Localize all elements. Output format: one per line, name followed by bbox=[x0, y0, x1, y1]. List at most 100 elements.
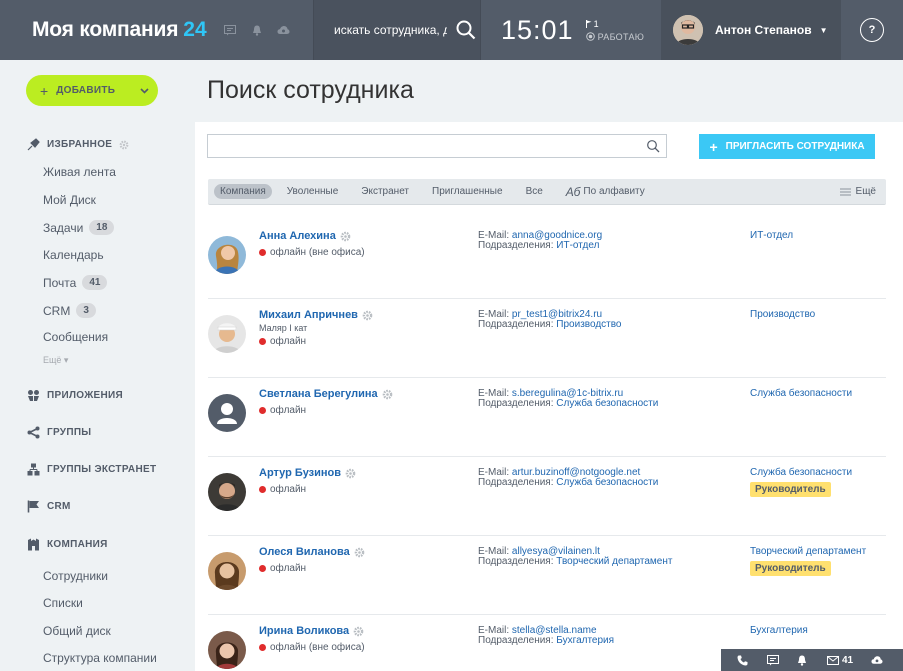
chat-icon[interactable] bbox=[767, 654, 779, 666]
employee-name-link[interactable]: Светлана Берегулина bbox=[259, 388, 393, 400]
sidebar-item-tasks[interactable]: Задачи 18 bbox=[43, 220, 115, 235]
section-apps[interactable]: ПРИЛОЖЕНИЯ bbox=[27, 389, 123, 402]
dept-link[interactable]: Производство bbox=[556, 319, 621, 330]
help-button[interactable]: ? bbox=[860, 18, 884, 42]
dept-line: Подразделения: Производство bbox=[478, 319, 622, 330]
add-button-label: ДОБАВИТЬ bbox=[56, 85, 116, 96]
gear-icon[interactable] bbox=[340, 231, 351, 242]
sidebar-item-mail[interactable]: Почта 41 bbox=[43, 275, 108, 290]
sidebar-item-employees[interactable]: Сотрудники bbox=[43, 569, 108, 583]
online-status: офлайн bbox=[259, 563, 306, 574]
section-extranet-groups[interactable]: ГРУППЫ ЭКСТРАНЕТ bbox=[27, 463, 156, 476]
header-search[interactable]: искать сотрудника, д bbox=[313, 0, 480, 60]
department-column-link[interactable]: Производство bbox=[750, 309, 815, 320]
gear-icon[interactable] bbox=[362, 310, 373, 321]
department-column-link[interactable]: Бухгалтерия bbox=[750, 625, 808, 636]
user-name[interactable]: Антон Степанов bbox=[715, 23, 812, 37]
header-search-input[interactable]: искать сотрудника, д bbox=[334, 23, 447, 37]
mail-indicator[interactable]: 41 bbox=[827, 655, 853, 666]
cloud-icon[interactable] bbox=[871, 654, 883, 666]
department-column-link[interactable]: ИТ-отдел bbox=[750, 230, 793, 241]
sidebar-item-label: Сотрудники bbox=[43, 569, 108, 583]
department-column-link[interactable]: Служба безопасности bbox=[750, 388, 852, 399]
section-company[interactable]: КОМПАНИЯ bbox=[27, 538, 108, 551]
dept-link[interactable]: Творческий департамент bbox=[556, 556, 672, 567]
add-button[interactable]: + ДОБАВИТЬ bbox=[26, 75, 158, 106]
online-status: офлайн (вне офиса) bbox=[259, 247, 365, 258]
phone-icon[interactable] bbox=[737, 654, 749, 666]
dept-label: Подразделения: bbox=[478, 398, 554, 409]
sidebar-item-label: Структура компании bbox=[43, 651, 157, 665]
cloud-icon[interactable] bbox=[277, 23, 291, 37]
tab-fired[interactable]: Уволенные bbox=[287, 186, 339, 197]
sidebar-item-label: Сообщения bbox=[43, 330, 109, 344]
employee-name-link[interactable]: Анна Алехина bbox=[259, 230, 351, 242]
tab-all[interactable]: Все bbox=[526, 186, 543, 197]
sidebar-item-messages[interactable]: Сообщения bbox=[43, 330, 108, 344]
section-favorites[interactable]: ИЗБРАННОЕ bbox=[27, 138, 129, 151]
sidebar-item-structure[interactable]: Структура компании bbox=[43, 651, 157, 665]
tab-alphabet[interactable]: Аб По алфавиту bbox=[566, 185, 645, 199]
bell-icon[interactable] bbox=[797, 654, 809, 666]
employee-name: Ирина Воликова bbox=[259, 625, 350, 637]
search-icon[interactable] bbox=[646, 139, 660, 153]
search-icon[interactable] bbox=[455, 19, 477, 41]
employee-name-link[interactable]: Артур Бузинов bbox=[259, 467, 356, 479]
chat-icon[interactable] bbox=[223, 23, 237, 37]
sidebar-item-lists[interactable]: Списки bbox=[43, 596, 83, 610]
sidebar-item-disk[interactable]: Мой Диск bbox=[43, 193, 96, 207]
avatar[interactable] bbox=[208, 315, 246, 353]
timeman-block[interactable]: 15:01 1 РАБОТАЮ bbox=[480, 0, 661, 60]
employee-name-link[interactable]: Олеся Виланова bbox=[259, 546, 365, 558]
section-crm[interactable]: CRM bbox=[27, 500, 71, 513]
work-status[interactable]: РАБОТАЮ bbox=[585, 31, 645, 42]
user-avatar[interactable] bbox=[673, 15, 703, 45]
sidebar-item-label: Общий диск bbox=[43, 624, 111, 638]
employee-name-link[interactable]: Михаил Апричнев bbox=[259, 309, 373, 321]
gear-icon[interactable] bbox=[354, 547, 365, 558]
sidebar-item-feed[interactable]: Живая лента bbox=[43, 165, 116, 179]
employee-search-input[interactable] bbox=[207, 134, 667, 158]
flag-icon bbox=[27, 500, 40, 513]
tab-extranet[interactable]: Экстранет bbox=[361, 186, 409, 197]
bell-icon[interactable] bbox=[250, 23, 264, 37]
avatar[interactable] bbox=[208, 236, 246, 274]
dept-link[interactable]: Бухгалтерия bbox=[556, 635, 614, 646]
dept-link[interactable]: Служба безопасности bbox=[556, 398, 658, 409]
avatar[interactable] bbox=[208, 552, 246, 590]
employee-name-link[interactable]: Ирина Воликова bbox=[259, 625, 364, 637]
avatar[interactable] bbox=[208, 631, 246, 669]
gear-icon[interactable] bbox=[382, 389, 393, 400]
employee-name: Артур Бузинов bbox=[259, 467, 342, 479]
avatar[interactable] bbox=[208, 394, 246, 432]
sidebar-item-shared-disk[interactable]: Общий диск bbox=[43, 624, 111, 638]
avatar[interactable] bbox=[208, 473, 246, 511]
sidebar-more-link[interactable]: Ещё ▾ bbox=[43, 355, 68, 366]
dept-link[interactable]: ИТ-отдел bbox=[556, 240, 599, 251]
section-groups[interactable]: ГРУППЫ bbox=[27, 426, 91, 439]
invite-employee-button[interactable]: + ПРИГЛАСИТЬ СОТРУДНИКА bbox=[699, 134, 875, 159]
work-status-label: РАБОТАЮ bbox=[597, 31, 645, 42]
sidebar-item-label: CRM bbox=[43, 303, 71, 318]
sidebar-item-calendar[interactable]: Календарь bbox=[43, 248, 104, 262]
tab-company[interactable]: Компания bbox=[214, 184, 272, 199]
dept-label: Подразделения: bbox=[478, 319, 554, 330]
tab-invited[interactable]: Приглашенные bbox=[432, 186, 503, 197]
chevron-down-icon[interactable]: ▼ bbox=[820, 26, 828, 35]
gear-icon[interactable] bbox=[119, 140, 129, 150]
company-logo[interactable]: Моя компания bbox=[32, 18, 178, 42]
org-icon bbox=[27, 463, 40, 476]
sidebar-item-label: Задачи bbox=[43, 220, 84, 235]
filter-more-button[interactable]: Ещё bbox=[839, 186, 876, 197]
dept-line: Подразделения: ИТ-отдел bbox=[478, 240, 599, 251]
employee-position: Маляр I кат bbox=[259, 323, 308, 333]
employee-name: Светлана Берегулина bbox=[259, 388, 378, 400]
user-menu[interactable]: Антон Степанов ▼ bbox=[661, 0, 841, 60]
department-column-link[interactable]: Творческий департамент bbox=[750, 546, 866, 557]
sidebar-item-crm[interactable]: CRM 3 bbox=[43, 303, 96, 318]
dept-link[interactable]: Служба безопасности bbox=[556, 477, 658, 488]
more-label: Ещё bbox=[43, 355, 62, 365]
department-column-link[interactable]: Служба безопасности bbox=[750, 467, 852, 478]
gear-icon[interactable] bbox=[353, 626, 364, 637]
gear-icon[interactable] bbox=[345, 468, 356, 479]
